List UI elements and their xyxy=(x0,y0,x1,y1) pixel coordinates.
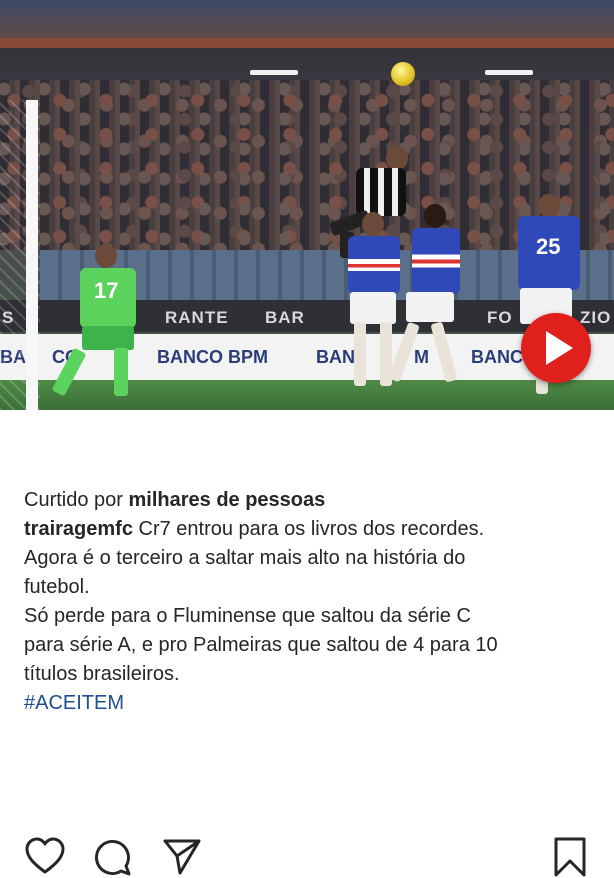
comment-icon[interactable] xyxy=(92,836,132,876)
heart-icon[interactable] xyxy=(24,836,66,876)
likes-count[interactable]: milhares de pessoas xyxy=(129,489,326,511)
caption-text: Só perde para o Fluminense que saltou da… xyxy=(24,605,471,627)
ad-text: RANTE xyxy=(165,308,229,327)
goal-post xyxy=(26,100,38,410)
likes-prefix: Curtido por xyxy=(24,489,123,511)
caption-text: para série A, e pro Palmeiras que saltou… xyxy=(24,634,498,656)
caption-text: Agora é o terceiro a saltar mais alto na… xyxy=(24,547,466,569)
defender xyxy=(388,204,468,394)
post-caption: Curtido por milhares de pessoas trairage… xyxy=(24,486,594,718)
ad-text: BAR xyxy=(265,308,305,327)
hashtag-link[interactable]: #ACEITEM xyxy=(24,689,594,718)
football xyxy=(391,62,415,86)
ad-text: BANCO BPM xyxy=(157,347,268,367)
send-icon[interactable] xyxy=(162,836,202,876)
stadium-light xyxy=(485,70,533,75)
stand-rail xyxy=(0,38,614,48)
caption-text: títulos brasileiros. xyxy=(24,663,180,685)
caption-text: futebol. xyxy=(24,576,90,598)
likes-line: Curtido por milhares de pessoas xyxy=(24,486,594,515)
jersey-number: 17 xyxy=(94,278,119,303)
action-bar xyxy=(0,410,614,877)
caption-line: trairagemfc Cr7 entrou para os livros do… xyxy=(24,515,594,544)
username[interactable]: trairagemfc xyxy=(24,518,133,540)
play-icon xyxy=(546,331,573,365)
play-button[interactable] xyxy=(521,313,591,383)
post-media[interactable]: S RANTE BAR FO ZIO BA CO BANCO BPM BAN M… xyxy=(0,0,614,410)
bookmark-icon[interactable] xyxy=(552,836,588,878)
stadium-light xyxy=(250,70,298,75)
jersey-number: 25 xyxy=(536,234,561,259)
caption-text: Cr7 entrou para os livros dos recordes. xyxy=(138,518,485,540)
goalkeeper: 17 xyxy=(50,244,170,404)
